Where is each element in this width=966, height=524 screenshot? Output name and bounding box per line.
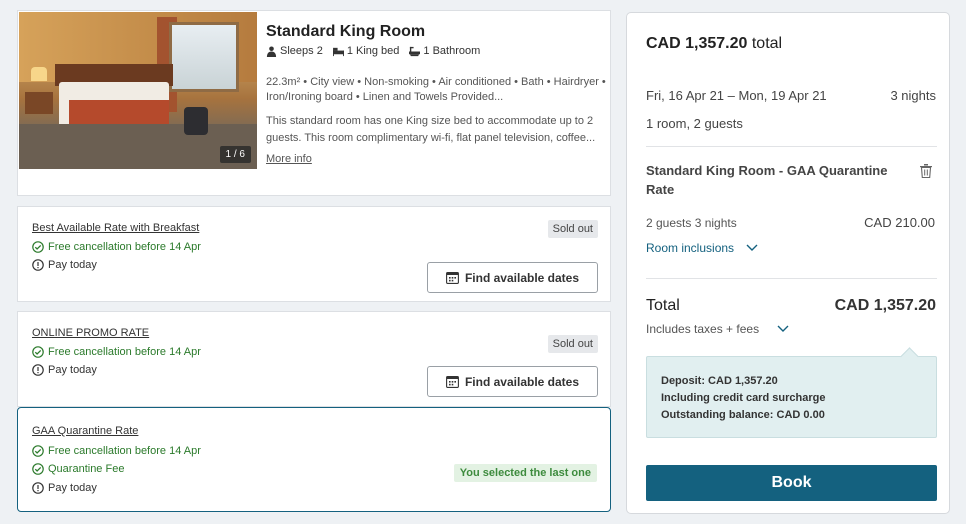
bed-fact: 1 King bed	[332, 45, 400, 57]
info-circle-icon	[32, 364, 44, 376]
summary-total-word: total	[751, 35, 783, 52]
cancellation-line: Free cancellation before 14 Apr	[32, 445, 201, 457]
summary-total: CAD 1,357.20 total	[646, 35, 782, 53]
bed-label: 1 King bed	[346, 45, 400, 57]
amenities-list: 22.3m² • City view • Non-smoking • Air c…	[266, 76, 606, 103]
payment-text: Pay today	[48, 482, 97, 494]
info-circle-icon	[32, 259, 44, 271]
rate-name[interactable]: GAA Quarantine Rate	[32, 425, 138, 437]
sold-out-badge: Sold out	[547, 335, 598, 353]
total-label: Total	[646, 297, 680, 314]
find-available-dates-button[interactable]: Find available dates	[427, 262, 598, 293]
deposit-box: Deposit: CAD 1,357.20 Including credit c…	[646, 356, 937, 438]
chevron-down-icon	[777, 325, 789, 332]
booking-summary: CAD 1,357.20 total Fri, 16 Apr 21 – Mon,…	[626, 12, 950, 514]
cancellation-text: Free cancellation before 14 Apr	[48, 241, 201, 253]
fee-text: Quarantine Fee	[48, 463, 125, 475]
stay-dates: Fri, 16 Apr 21 – Mon, 19 Apr 21	[646, 88, 827, 103]
rate-option-selected[interactable]: GAA Quarantine Rate Free cancellation be…	[17, 407, 611, 512]
room-inclusions-toggle[interactable]: Room inclusions	[646, 241, 758, 255]
check-circle-icon	[32, 463, 44, 475]
cancellation-line: Free cancellation before 14 Apr	[32, 241, 201, 253]
selected-room-title: Standard King Room - GAA Quarantine Rate	[646, 163, 888, 197]
photo-counter: 1 / 6	[219, 146, 251, 163]
calendar-icon	[446, 376, 459, 388]
stay-nights: 3 nights	[890, 88, 936, 103]
find-dates-label: Find available dates	[464, 374, 580, 389]
room-photo[interactable]: 1 / 6	[19, 12, 257, 169]
balance-line: Outstanding balance: CAD 0.00	[661, 409, 825, 421]
more-info-link[interactable]: More info	[266, 153, 312, 165]
rate-name[interactable]: ONLINE PROMO RATE	[32, 327, 149, 339]
payment-line: Pay today	[32, 364, 97, 376]
guests-nights: 2 guests 3 nights	[646, 216, 737, 230]
find-dates-label: Find available dates	[464, 270, 580, 285]
rate-option: ONLINE PROMO RATE Free cancellation befo…	[17, 311, 611, 407]
book-button[interactable]: Book	[646, 465, 937, 501]
trash-icon[interactable]	[920, 164, 932, 178]
sold-out-badge: Sold out	[547, 220, 598, 238]
summary-total-amount: CAD 1,357.20	[646, 35, 748, 52]
bathroom-label: 1 Bathroom	[423, 45, 481, 57]
chevron-down-icon	[746, 244, 758, 251]
check-circle-icon	[32, 241, 44, 253]
bathroom-fact: 1 Bathroom	[409, 45, 480, 57]
payment-text: Pay today	[48, 364, 97, 376]
rate-option: Best Available Rate with Breakfast Free …	[17, 206, 611, 302]
room-card: 1 / 6 Standard King Room Sleeps 2 1 King…	[17, 10, 611, 196]
info-circle-icon	[32, 482, 44, 494]
divider	[646, 146, 937, 147]
sleeps-fact: Sleeps 2	[266, 45, 323, 57]
cancellation-line: Free cancellation before 14 Apr	[32, 346, 201, 358]
room-price: CAD 210.00	[864, 215, 935, 230]
bathtub-icon	[409, 46, 421, 56]
person-icon	[266, 45, 277, 57]
total-amount: CAD 1,357.20	[834, 297, 936, 314]
last-one-badge: You selected the last one	[453, 464, 597, 482]
fee-line: Quarantine Fee	[32, 463, 124, 475]
cancellation-text: Free cancellation before 14 Apr	[48, 346, 201, 358]
payment-line: Pay today	[32, 482, 97, 494]
room-description: This standard room has one King size bed…	[266, 115, 596, 144]
bed-icon	[332, 47, 344, 56]
rooms-guests: 1 room, 2 guests	[646, 116, 743, 131]
payment-line: Pay today	[32, 259, 97, 271]
payment-text: Pay today	[48, 259, 97, 271]
check-circle-icon	[32, 346, 44, 358]
room-column: 1 / 6 Standard King Room Sleeps 2 1 King…	[17, 10, 611, 514]
taxes-toggle[interactable]: Includes taxes + fees	[646, 322, 789, 336]
check-circle-icon	[32, 445, 44, 457]
find-available-dates-button[interactable]: Find available dates	[427, 366, 598, 397]
cancellation-text: Free cancellation before 14 Apr	[48, 445, 201, 457]
room-title: Standard King Room	[266, 23, 426, 40]
taxes-label: Includes taxes + fees	[646, 322, 760, 336]
surcharge-line: Including credit card surcharge	[661, 392, 826, 404]
calendar-icon	[446, 272, 459, 284]
rate-name[interactable]: Best Available Rate with Breakfast	[32, 222, 199, 234]
sleeps-label: Sleeps 2	[280, 45, 323, 57]
deposit-line: Deposit: CAD 1,357.20	[661, 375, 778, 387]
divider	[646, 278, 937, 279]
room-inclusions-label: Room inclusions	[646, 241, 735, 255]
